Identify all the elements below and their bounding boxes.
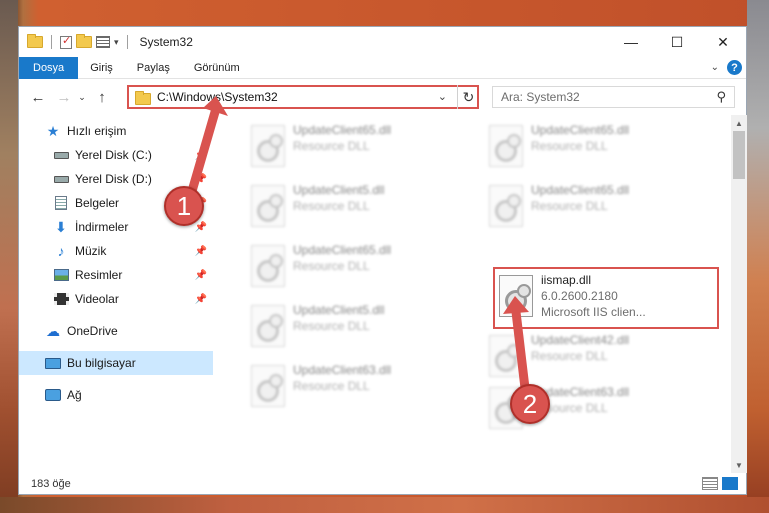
arrow-to-address-bar [185,107,220,203]
step-2-badge: 2 [510,384,550,424]
arrow-head-iismap [503,296,529,314]
step-1-badge: 1 [164,186,204,226]
annotation-arrows [185,96,530,393]
arrow-to-iismap [511,307,530,393]
